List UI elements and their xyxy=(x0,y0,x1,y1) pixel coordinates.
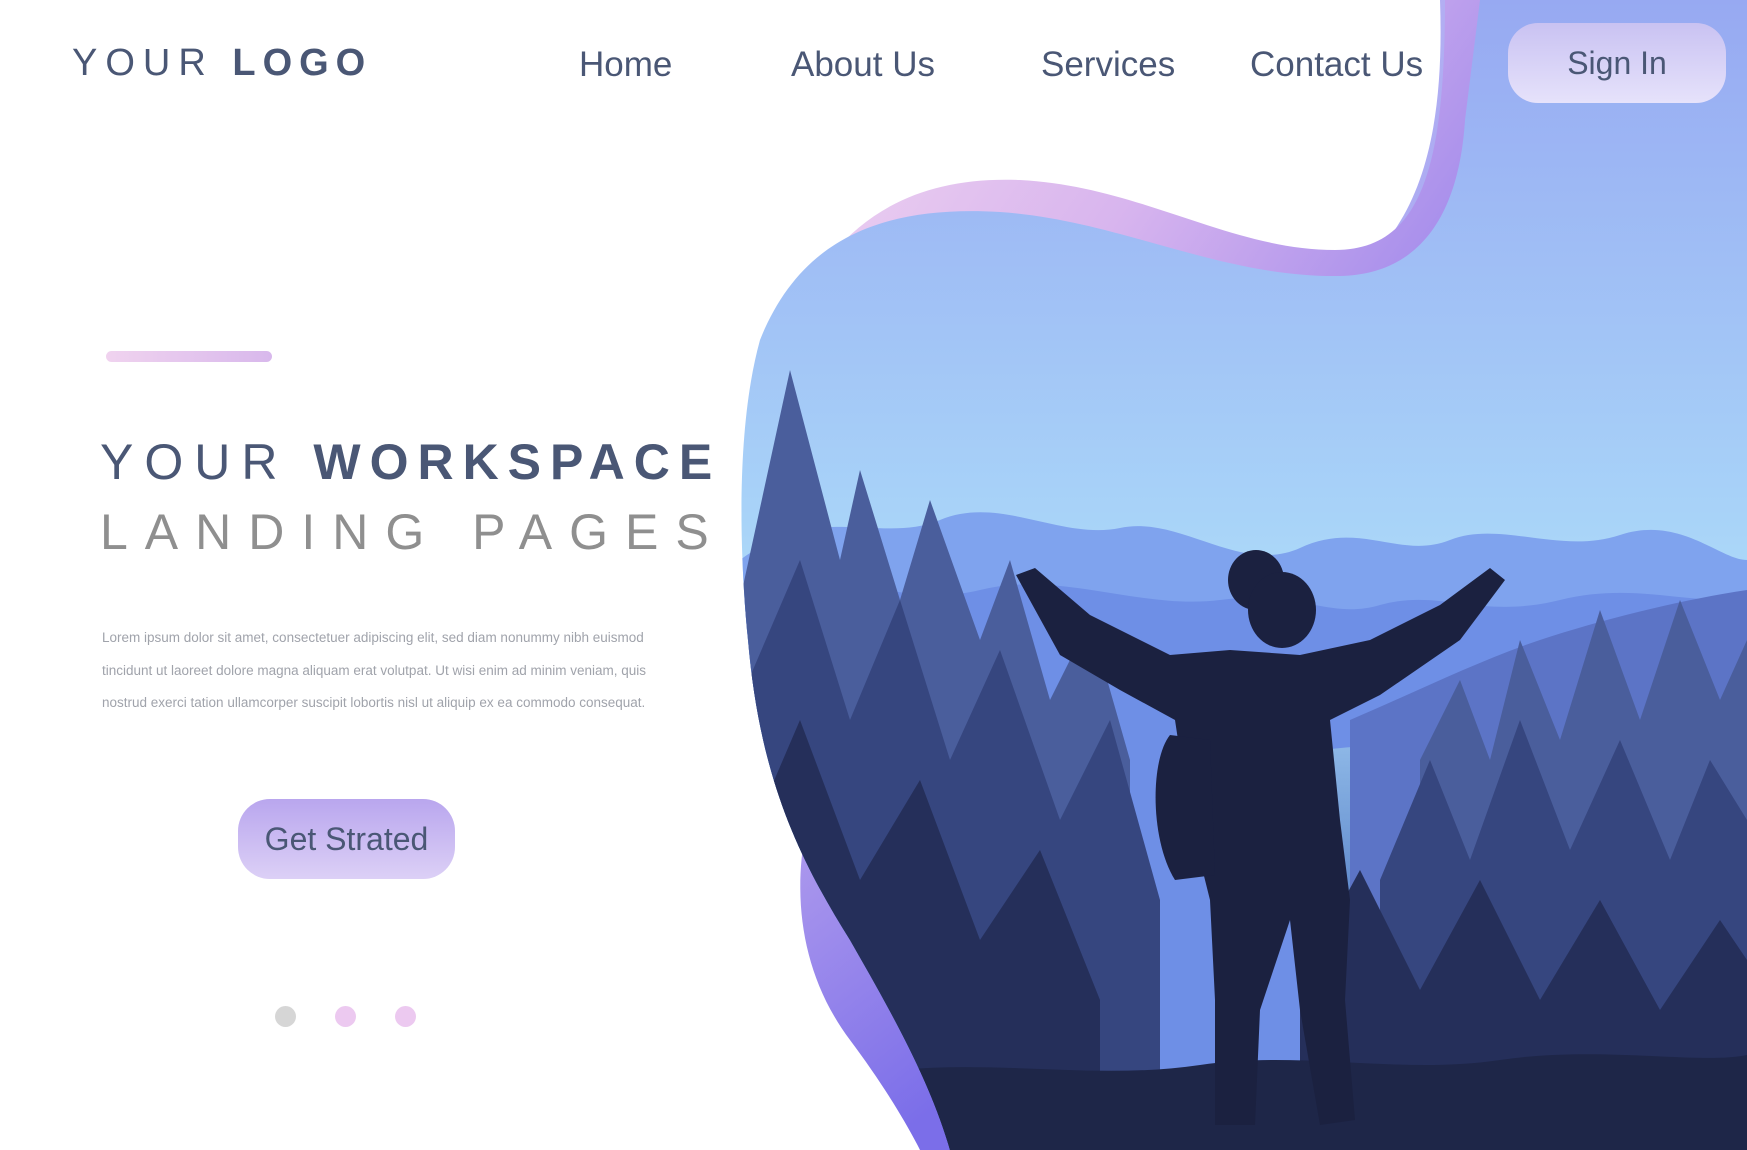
headline-bold: WORKSPACE xyxy=(313,434,722,490)
carousel-dot-3[interactable] xyxy=(395,1006,416,1027)
nav-contact-us[interactable]: Contact Us xyxy=(1250,40,1423,90)
main-nav: Home About Us Services Contact Us xyxy=(0,40,1747,90)
get-started-button[interactable]: Get Strated xyxy=(238,799,455,879)
headline-line-2: LANDING PAGES xyxy=(100,504,726,560)
landing-page: YOUR LOGO Home About Us Services Contact… xyxy=(0,0,1747,1150)
nav-home[interactable]: Home xyxy=(579,40,672,90)
carousel-dot-2[interactable] xyxy=(335,1006,356,1027)
headline-line-1: YOUR WORKSPACE xyxy=(100,432,726,492)
hero-illustration xyxy=(741,0,1747,1150)
accent-bar xyxy=(106,351,272,362)
carousel-dots xyxy=(275,1006,435,1027)
nav-services[interactable]: Services xyxy=(1041,40,1175,90)
headline-regular: YOUR xyxy=(100,434,289,490)
hero-headline: YOUR WORKSPACE LANDING PAGES xyxy=(100,432,726,562)
nav-about-us[interactable]: About Us xyxy=(791,40,935,90)
hero-body-text: Lorem ipsum dolor sit amet, consectetuer… xyxy=(102,630,647,710)
carousel-dot-1[interactable] xyxy=(275,1006,296,1027)
sign-in-button[interactable]: Sign In xyxy=(1508,23,1726,103)
